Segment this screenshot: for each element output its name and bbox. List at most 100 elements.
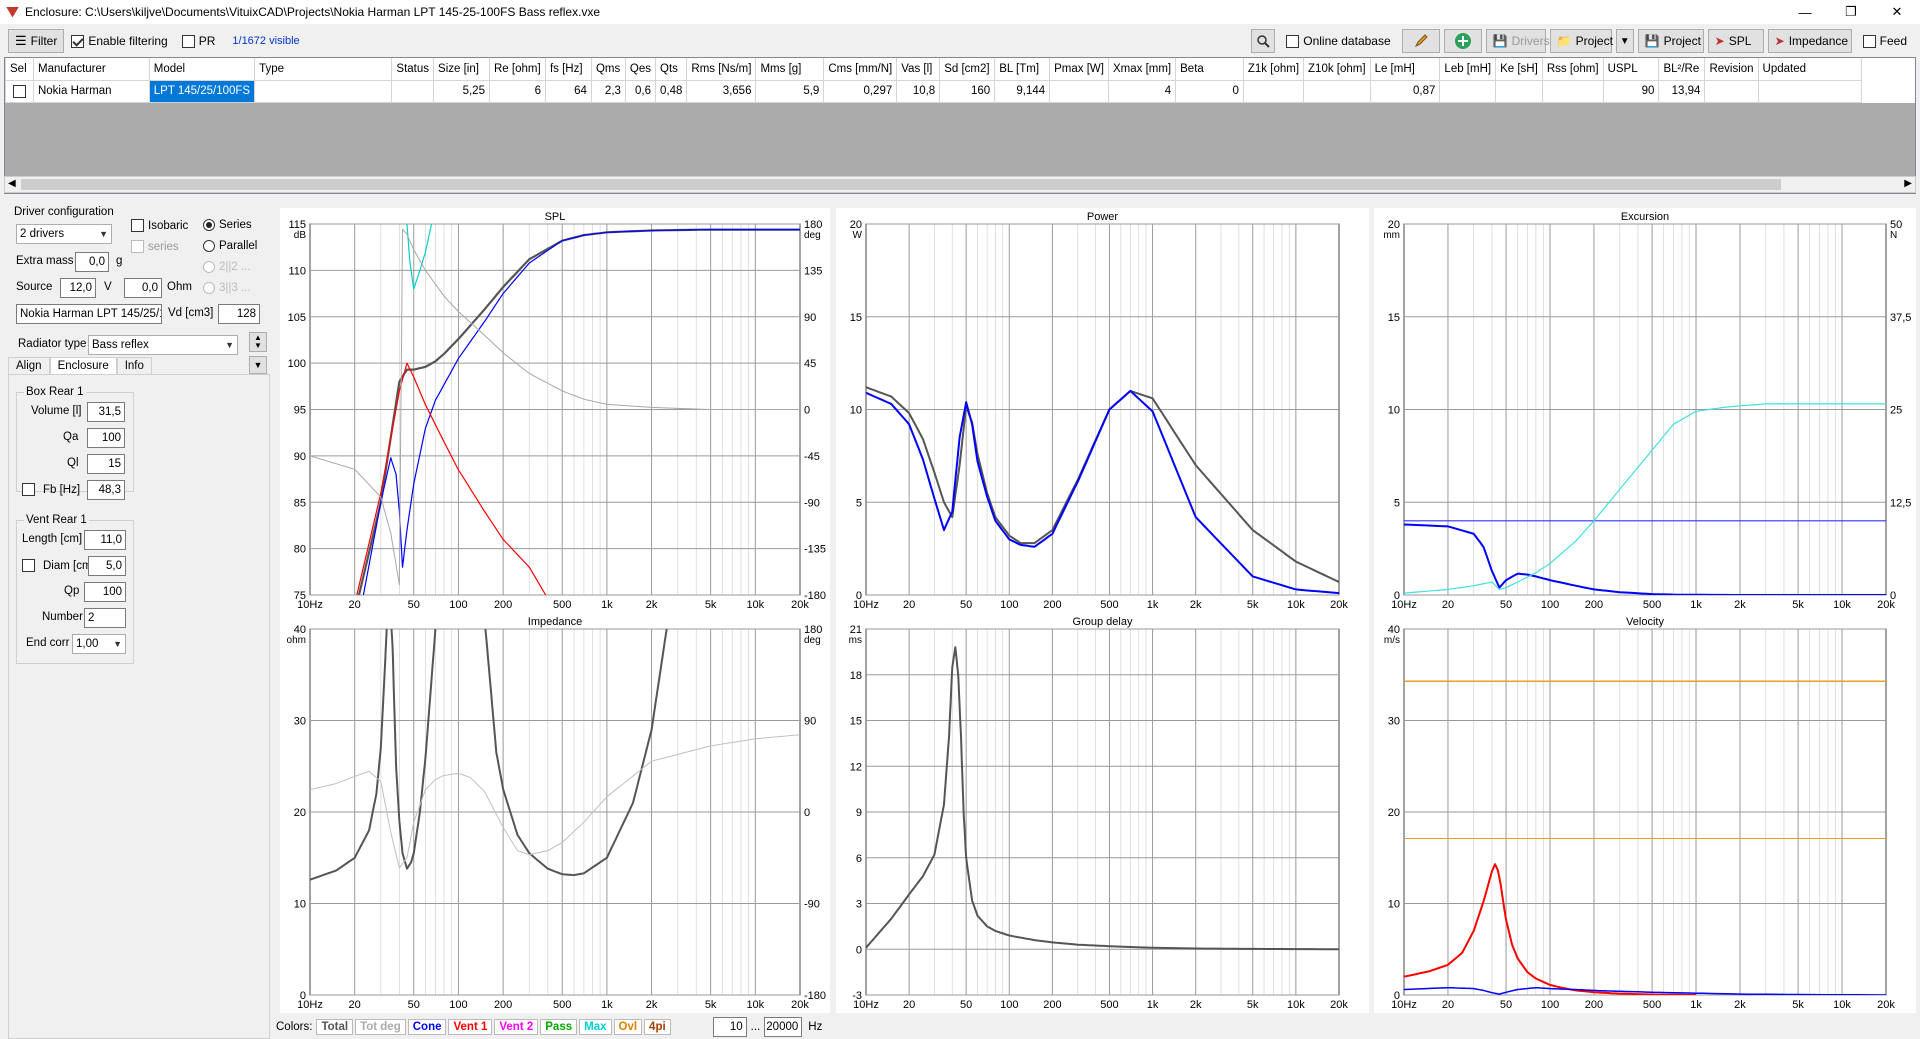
collapse-button[interactable]: ▼ [249, 356, 267, 374]
tab-enclosure[interactable]: Enclosure [49, 357, 117, 374]
table-cell[interactable]: 64 [544, 79, 592, 103]
column-header[interactable]: Status [391, 58, 435, 81]
table-cell[interactable] [1541, 79, 1604, 103]
color-max-button[interactable]: Max [579, 1018, 612, 1035]
table-cell[interactable]: 3,656 [686, 79, 757, 103]
length-input[interactable]: 11,0 [84, 530, 126, 550]
column-header[interactable]: Model [148, 58, 256, 81]
color-total-button[interactable]: Total [316, 1018, 354, 1035]
table-row[interactable]: Nokia Harman LPT 145/25/100FS 5,25 6 64 2,3 0,… [5, 79, 1915, 103]
column-header[interactable]: Manufacturer [32, 58, 150, 81]
radiator-updown-button[interactable]: ▲ ▼ [249, 332, 267, 352]
column-header[interactable]: Xmax [mm] [1107, 58, 1177, 81]
color-pass-button[interactable]: Pass [540, 1018, 578, 1035]
number-input[interactable]: 2 [84, 608, 126, 628]
online-database-checkbox[interactable]: Online database [1279, 29, 1397, 53]
table-cell[interactable]: 5,9 [755, 79, 825, 103]
enable-filtering-checkbox[interactable]: Enable filtering [64, 29, 174, 53]
table-cell[interactable]: 13,94 [1658, 79, 1706, 103]
table-cell[interactable]: 0,6 [624, 79, 657, 103]
spl-chart[interactable]: 115 110 105 100 95 90 85 80 75 180 135 90 45 0 -45 -90-… [280, 208, 830, 613]
column-header[interactable]: Sel [5, 58, 34, 81]
qa-input[interactable]: 100 [87, 428, 125, 448]
fb-input[interactable]: 48,3 [87, 480, 125, 500]
column-header[interactable]: Type [254, 58, 393, 81]
table-cell[interactable] [391, 79, 435, 103]
column-header[interactable]: Z10k [ohm] [1303, 58, 1371, 81]
driver-name-field[interactable]: Nokia Harman LPT 145/25/1 [16, 304, 162, 324]
radio-2x2[interactable]: 2||2 ... [203, 261, 251, 273]
table-cell[interactable]: 4 [1107, 79, 1177, 103]
project-save-button[interactable]: 💾 Project [1637, 29, 1704, 53]
parallel-radio[interactable]: Parallel [203, 240, 257, 252]
column-header[interactable]: Revision [1704, 58, 1759, 81]
table-cell[interactable]: 160 [939, 79, 996, 103]
column-header[interactable]: Rss [ohm] [1541, 58, 1604, 81]
drivers-button[interactable]: 💾 Drivers [1485, 29, 1550, 53]
table-cell[interactable]: 2,3 [590, 79, 626, 103]
table-horizontal-scrollbar[interactable]: ◀ ▶ [4, 176, 1916, 193]
add-button[interactable] [1443, 29, 1482, 53]
volume-input[interactable]: 31,5 [87, 402, 125, 422]
column-header[interactable]: Qes [624, 58, 657, 81]
filter-button[interactable]: ☰ Filter [8, 29, 65, 53]
select-row-checkbox[interactable] [12, 84, 26, 98]
column-header[interactable]: Rms [Ns/m] [686, 58, 757, 81]
minimize-button[interactable]: — [1782, 0, 1828, 24]
column-header[interactable]: Vas [l] [896, 58, 941, 81]
column-header[interactable]: Sd [cm2] [939, 58, 996, 81]
table-cell[interactable] [1049, 79, 1109, 103]
impedance-chart[interactable]: 40 30 20 10 0 180 90 0 -90 -180 deg ohm 10Hz 20 50 100 2… [280, 613, 830, 1013]
column-header[interactable]: BL [Tm] [994, 58, 1051, 81]
table-cell[interactable] [1242, 79, 1305, 103]
table-cell[interactable]: 90 [1602, 79, 1660, 103]
freq-max-input[interactable]: 20000 [764, 1016, 803, 1037]
series-radio[interactable]: Series [203, 219, 252, 231]
diam-input[interactable]: 5,0 [88, 556, 126, 576]
scroll-right-icon[interactable]: ▶ [1904, 178, 1912, 189]
table-cell[interactable]: 0,297 [823, 79, 898, 103]
close-button[interactable]: ✕ [1874, 0, 1920, 24]
scroll-left-icon[interactable]: ◀ [8, 178, 16, 189]
ql-input[interactable]: 15 [87, 454, 125, 474]
driver-table[interactable]: Sel Manufacturer Model Type Status Size [in] R… [4, 57, 1916, 194]
series-checkbox[interactable]: series [131, 240, 179, 253]
column-header[interactable]: Z1k [ohm] [1242, 58, 1305, 81]
color-vent1-button[interactable]: Vent 1 [448, 1018, 493, 1035]
maximize-button[interactable]: ❐ [1828, 0, 1874, 24]
table-cell[interactable]: 9,144 [994, 79, 1051, 103]
source-voltage-input[interactable]: 12,0 [60, 278, 96, 298]
column-header[interactable]: fs [Hz] [544, 58, 592, 81]
column-header[interactable]: Qms [590, 58, 626, 81]
color-cone-button[interactable]: Cone [407, 1018, 447, 1035]
table-cell[interactable] [1495, 79, 1543, 103]
table-cell[interactable] [1303, 79, 1371, 103]
impedance-export-button[interactable]: ➤ Impedance [1767, 29, 1852, 53]
pr-checkbox[interactable]: PR [175, 29, 223, 53]
column-header[interactable]: Re [ohm] [488, 58, 546, 81]
table-cell[interactable] [1757, 79, 1863, 103]
column-header[interactable]: Mms [g] [755, 58, 825, 81]
color-4pi-button[interactable]: 4pi [644, 1018, 671, 1035]
vd-input[interactable]: 128 [218, 304, 260, 324]
column-header[interactable]: Updated [1757, 58, 1863, 81]
spl-export-button[interactable]: ➤ SPL [1707, 29, 1764, 53]
table-cell[interactable]: 5,25 [433, 79, 490, 103]
fb-checkbox[interactable]: Fb [Hz] [22, 483, 80, 496]
drivers-count-select[interactable]: 2 drivers ▼ [16, 224, 112, 244]
project-open-button[interactable]: 📁 Project [1549, 29, 1613, 53]
tab-info[interactable]: Info [116, 357, 152, 374]
column-header[interactable]: Beta [1175, 58, 1244, 81]
project-dropdown-button[interactable]: ▼ [1615, 29, 1634, 53]
color-vent2-button[interactable]: Vent 2 [494, 1018, 539, 1035]
scroll-thumb[interactable] [21, 179, 1781, 190]
radiator-type-select[interactable]: Bass reflex ▼ [88, 335, 238, 355]
search-button[interactable] [1251, 29, 1276, 53]
table-cell[interactable]: LPT 145/25/100FS [148, 79, 256, 103]
extra-mass-input[interactable]: 0,0 [75, 252, 109, 272]
column-header[interactable]: Ke [sH] [1495, 58, 1543, 81]
column-header[interactable]: Pmax [W] [1049, 58, 1109, 81]
group-delay-chart[interactable]: 21 18 15 12 9 6 3 0 -3 ms 10Hz 20 50 100 200 500 1k 2k 5k 1… [836, 613, 1369, 1013]
table-cell[interactable]: 0 [1175, 79, 1244, 103]
table-cell[interactable]: 0,87 [1369, 79, 1441, 103]
